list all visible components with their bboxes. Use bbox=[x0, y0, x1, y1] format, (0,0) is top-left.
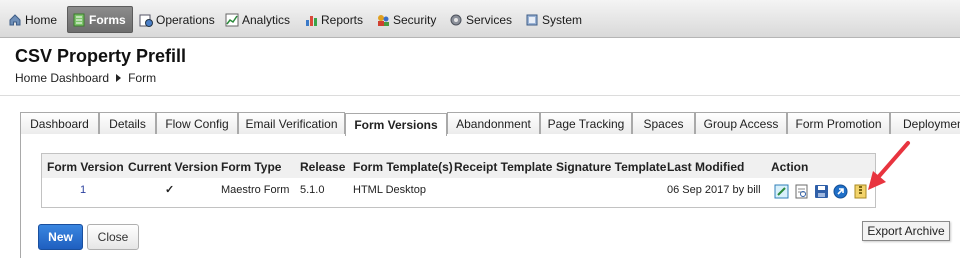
tab-flow-config[interactable]: Flow Config bbox=[156, 112, 238, 134]
nav-services[interactable]: Services bbox=[449, 6, 512, 33]
column-header: Last Modified bbox=[667, 160, 745, 174]
column-header: Form Template(s) bbox=[353, 160, 453, 174]
view-icon[interactable] bbox=[794, 184, 809, 199]
nav-reports[interactable]: Reports bbox=[304, 6, 363, 33]
column-header: Form Version bbox=[47, 160, 124, 174]
nav-security[interactable]: Security bbox=[376, 6, 436, 33]
nav-operations-label: Operations bbox=[156, 12, 215, 27]
nav-services-label: Services bbox=[466, 12, 513, 27]
column-header: Signature Template bbox=[556, 160, 667, 174]
release-cell: 5.1.0 bbox=[300, 184, 325, 196]
form-template-cell: HTML Desktop bbox=[353, 184, 426, 196]
new-button[interactable]: New bbox=[38, 224, 83, 250]
nav-reports-label: Reports bbox=[321, 12, 364, 27]
breadcrumb: Home Dashboard Form bbox=[15, 71, 156, 85]
nav-home[interactable]: Home bbox=[8, 6, 57, 33]
column-header: Current Version bbox=[128, 160, 219, 174]
table-header: Form Version Current Version Form Type R… bbox=[42, 154, 875, 178]
reports-icon bbox=[304, 13, 318, 27]
save-icon[interactable] bbox=[814, 184, 829, 199]
nav-forms-label: Forms bbox=[89, 12, 126, 27]
column-header: Receipt Template bbox=[454, 160, 553, 174]
breadcrumb-home-dashboard[interactable]: Home Dashboard bbox=[15, 71, 109, 85]
header-divider bbox=[0, 95, 960, 96]
promote-icon[interactable] bbox=[833, 184, 848, 199]
nav-system-label: System bbox=[542, 12, 583, 27]
home-icon bbox=[8, 13, 22, 27]
nav-system[interactable]: System bbox=[525, 6, 582, 33]
top-nav-bar: Home Forms Operations Analytics Reports … bbox=[0, 0, 960, 38]
analytics-icon bbox=[225, 13, 239, 27]
nav-forms[interactable]: Forms bbox=[67, 6, 133, 33]
current-version-check-icon: ✓ bbox=[165, 184, 175, 196]
tab-form-promotion[interactable]: Form Promotion bbox=[787, 112, 890, 134]
tab-abandonment[interactable]: Abandonment bbox=[447, 112, 540, 134]
nav-home-label: Home bbox=[25, 12, 58, 27]
form-type-cell: Maestro Form bbox=[221, 184, 290, 196]
breadcrumb-separator-icon bbox=[116, 74, 122, 82]
column-header: Action bbox=[771, 160, 809, 174]
tab-deployment[interactable]: Deployment bbox=[890, 112, 960, 134]
operations-icon bbox=[139, 13, 153, 27]
form-versions-table: Form Version Current Version Form Type R… bbox=[41, 153, 876, 208]
tab-page-tracking[interactable]: Page Tracking bbox=[540, 112, 632, 134]
nav-security-label: Security bbox=[393, 12, 437, 27]
last-modified-cell: 06 Sep 2017 by bill bbox=[667, 184, 761, 196]
tab-spaces[interactable]: Spaces bbox=[632, 112, 695, 134]
close-button[interactable]: Close bbox=[87, 224, 139, 250]
nav-operations[interactable]: Operations bbox=[139, 6, 215, 33]
nav-analytics[interactable]: Analytics bbox=[225, 6, 290, 33]
nav-analytics-label: Analytics bbox=[242, 12, 291, 27]
breadcrumb-form: Form bbox=[128, 71, 157, 85]
tab-email-verification[interactable]: Email Verification bbox=[238, 112, 345, 134]
tab-group-access[interactable]: Group Access bbox=[695, 112, 787, 134]
column-header: Release bbox=[300, 160, 346, 174]
security-icon bbox=[376, 13, 390, 27]
tab-form-versions[interactable]: Form Versions bbox=[345, 113, 447, 136]
page-title: CSV Property Prefill bbox=[15, 46, 187, 66]
tab-dashboard[interactable]: Dashboard bbox=[20, 112, 99, 134]
system-icon bbox=[525, 13, 539, 27]
column-header: Form Type bbox=[221, 160, 282, 174]
form-version-link[interactable]: 1 bbox=[80, 184, 86, 196]
export-archive-tooltip: Export Archive bbox=[862, 221, 950, 241]
edit-icon[interactable] bbox=[774, 184, 789, 199]
annotation-arrow-icon bbox=[868, 141, 910, 190]
forms-icon bbox=[72, 13, 86, 27]
services-icon bbox=[449, 13, 463, 27]
tab-details[interactable]: Details bbox=[99, 112, 156, 134]
